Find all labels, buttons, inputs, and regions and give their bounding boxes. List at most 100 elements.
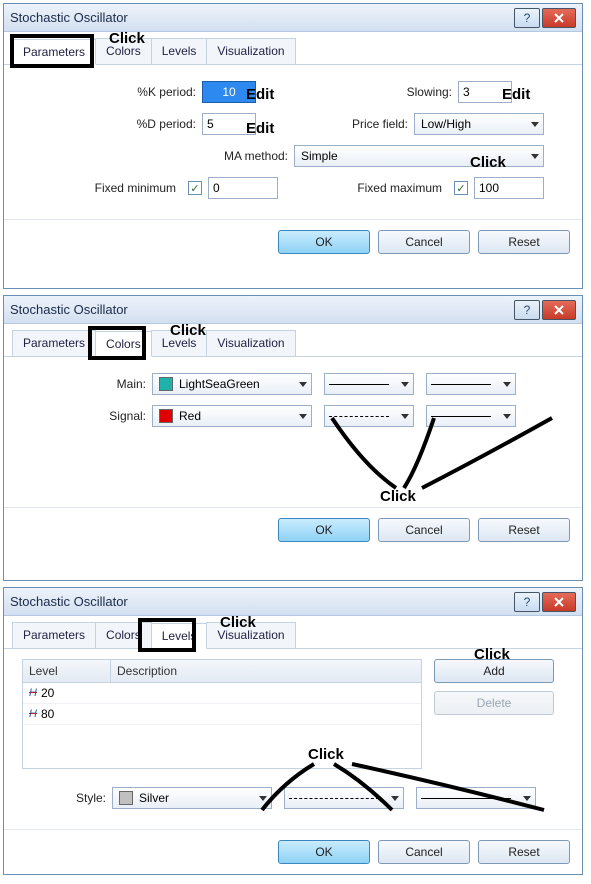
input-d-period[interactable] — [202, 113, 256, 135]
tab-colors[interactable]: Colors — [95, 331, 152, 357]
chevron-down-icon — [401, 414, 409, 419]
label-slowing: Slowing: — [378, 85, 458, 99]
dialog-body: Main: LightSeaGreen Signal: Red — [4, 357, 582, 507]
label-signal: Signal: — [22, 409, 152, 423]
reset-button[interactable]: Reset — [478, 840, 570, 864]
label-fixed-min: Fixed minimum — [22, 181, 182, 195]
titlebar: Stochastic Oscillator ? — [4, 296, 582, 324]
tab-levels[interactable]: Levels — [151, 623, 208, 649]
select-signal-line-width[interactable] — [426, 405, 516, 427]
level-description — [111, 704, 123, 724]
dialog-title: Stochastic Oscillator — [10, 594, 512, 609]
table-row[interactable]: H20 — [23, 683, 421, 704]
tab-row: Parameters Colors Levels Visualization — [4, 324, 582, 357]
chevron-down-icon — [299, 414, 307, 419]
cancel-button[interactable]: Cancel — [378, 518, 470, 542]
close-icon — [554, 305, 564, 315]
table-row[interactable]: H80 — [23, 704, 421, 725]
titlebar: Stochastic Oscillator ? — [4, 588, 582, 616]
col-description[interactable]: Description — [111, 660, 421, 682]
label-main: Main: — [22, 377, 152, 391]
level-description — [111, 683, 123, 703]
tab-visualization[interactable]: Visualization — [206, 330, 295, 356]
select-signal-color[interactable]: Red — [152, 405, 312, 427]
chevron-down-icon — [503, 382, 511, 387]
checkbox-fixed-min[interactable]: ✓ — [188, 181, 202, 195]
label-ma-method: MA method: — [22, 149, 294, 163]
style-color-swatch — [119, 791, 133, 805]
select-price-field-value: Low/High — [421, 117, 471, 131]
help-button[interactable]: ? — [514, 300, 540, 320]
cancel-button[interactable]: Cancel — [378, 230, 470, 254]
dialog-body: Level Description H20 H80 Add Delete Sty… — [4, 649, 582, 829]
input-fixed-max[interactable] — [474, 177, 544, 199]
dialog-footer: OK Cancel Reset — [4, 507, 582, 552]
tab-parameters[interactable]: Parameters — [12, 39, 96, 65]
add-button[interactable]: Add — [434, 659, 554, 683]
label-k-period: %K period: — [22, 85, 202, 99]
select-price-field[interactable]: Low/High — [414, 113, 544, 135]
close-button[interactable] — [542, 8, 576, 28]
tab-visualization[interactable]: Visualization — [206, 622, 295, 648]
dialog-body: %K period: Slowing: %D period: Price fie… — [4, 65, 582, 219]
select-main-color[interactable]: LightSeaGreen — [152, 373, 312, 395]
label-style: Style: — [22, 791, 112, 805]
chevron-down-icon — [523, 796, 531, 801]
cancel-button[interactable]: Cancel — [378, 840, 470, 864]
input-k-period[interactable] — [202, 81, 256, 103]
delete-button[interactable]: Delete — [434, 691, 554, 715]
reset-button[interactable]: Reset — [478, 230, 570, 254]
tab-visualization[interactable]: Visualization — [206, 38, 295, 64]
help-button[interactable]: ? — [514, 592, 540, 612]
level-icon: H — [29, 708, 37, 720]
ok-button[interactable]: OK — [278, 840, 370, 864]
tab-colors[interactable]: Colors — [95, 38, 152, 64]
tab-parameters[interactable]: Parameters — [12, 330, 96, 356]
level-value: 20 — [41, 686, 54, 700]
col-level[interactable]: Level — [23, 660, 111, 682]
select-signal-line-style[interactable] — [324, 405, 414, 427]
ok-button[interactable]: OK — [278, 518, 370, 542]
main-color-name: LightSeaGreen — [179, 377, 260, 391]
dialog-title: Stochastic Oscillator — [10, 302, 512, 317]
titlebar: Stochastic Oscillator ? — [4, 4, 582, 32]
dialog-footer: OK Cancel Reset — [4, 219, 582, 264]
tab-levels[interactable]: Levels — [151, 38, 208, 64]
label-d-period: %D period: — [22, 117, 202, 131]
table-header: Level Description — [23, 660, 421, 683]
select-style-line-width[interactable] — [416, 787, 536, 809]
tab-row: Parameters Colors Levels Visualization — [4, 32, 582, 65]
input-fixed-min[interactable] — [208, 177, 278, 199]
label-price-field: Price field: — [334, 117, 414, 131]
signal-color-name: Red — [179, 409, 201, 423]
select-style-color[interactable]: Silver — [112, 787, 272, 809]
levels-table: Level Description H20 H80 — [22, 659, 422, 769]
close-button[interactable] — [542, 592, 576, 612]
chevron-down-icon — [391, 796, 399, 801]
reset-button[interactable]: Reset — [478, 518, 570, 542]
close-button[interactable] — [542, 300, 576, 320]
signal-color-swatch — [159, 409, 173, 423]
dialog-title: Stochastic Oscillator — [10, 10, 512, 25]
chevron-down-icon — [503, 414, 511, 419]
close-icon — [554, 597, 564, 607]
tab-parameters[interactable]: Parameters — [12, 622, 96, 648]
select-style-line-style[interactable] — [284, 787, 404, 809]
main-color-swatch — [159, 377, 173, 391]
tab-levels[interactable]: Levels — [151, 330, 208, 356]
select-main-line-width[interactable] — [426, 373, 516, 395]
help-button[interactable]: ? — [514, 8, 540, 28]
dialog-colors: Click Click Stochastic Oscillator ? Para… — [3, 295, 583, 581]
input-slowing[interactable] — [458, 81, 512, 103]
ok-button[interactable]: OK — [278, 230, 370, 254]
chevron-down-icon — [531, 154, 539, 159]
checkbox-fixed-max[interactable]: ✓ — [454, 181, 468, 195]
chevron-down-icon — [401, 382, 409, 387]
tab-colors[interactable]: Colors — [95, 622, 152, 648]
chevron-down-icon — [299, 382, 307, 387]
dialog-levels: Click Click Click Stochastic Oscillator … — [3, 587, 583, 875]
dialog-parameters: Click Edit Edit Edit Click Stochastic Os… — [3, 3, 583, 289]
chevron-down-icon — [531, 122, 539, 127]
select-main-line-style[interactable] — [324, 373, 414, 395]
select-ma-method[interactable]: Simple — [294, 145, 544, 167]
